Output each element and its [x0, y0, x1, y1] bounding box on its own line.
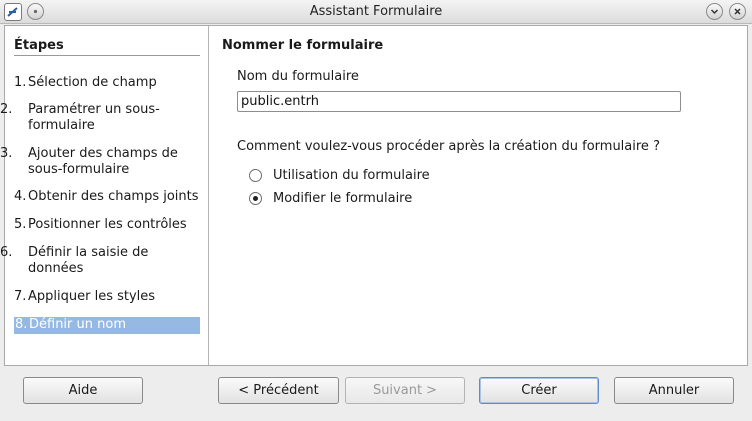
- steps-title: Étapes: [14, 38, 64, 53]
- wizard-panel: Étapes 1. Sélection de champ 2. Paramétrer…: [0, 25, 748, 366]
- steps-sidebar: Étapes 1. Sélection de champ 2. Paramétrer…: [0, 26, 209, 365]
- step-item[interactable]: 2. Paramétrer un sous-formulaire: [0, 102, 200, 134]
- step-item[interactable]: 5. Positionner les contrôles: [14, 217, 200, 233]
- radio-label: Utilisation du formulaire: [273, 167, 430, 183]
- step-item-active[interactable]: 8. Définir un nom: [14, 317, 200, 334]
- steps-divider: [14, 55, 200, 56]
- cancel-button[interactable]: Annuler: [614, 377, 734, 404]
- radio-button-checked[interactable]: [249, 191, 262, 205]
- main-panel: Nommer le formulaire Nom du formulaire C…: [210, 26, 747, 365]
- radio-option-use-form[interactable]: Utilisation du formulaire: [249, 166, 430, 184]
- step-item[interactable]: 7. Appliquer les styles: [14, 289, 200, 305]
- title-bar: Assistant Formulaire: [0, 0, 752, 24]
- section-title: Nommer le formulaire: [222, 38, 384, 53]
- help-button[interactable]: Aide: [23, 377, 143, 404]
- previous-button[interactable]: < Précédent: [218, 377, 339, 404]
- close-button[interactable]: [729, 3, 746, 20]
- after-creation-question: Comment voulez-vous procéder après la cr…: [237, 139, 660, 154]
- step-item[interactable]: 6. Définir la saisie de données: [0, 245, 200, 277]
- next-button[interactable]: Suivant >: [345, 377, 465, 404]
- radio-option-modify-form[interactable]: Modifier le formulaire: [249, 189, 412, 207]
- minimize-button[interactable]: [706, 3, 723, 20]
- radio-label: Modifier le formulaire: [273, 190, 413, 206]
- radio-button[interactable]: [249, 168, 262, 182]
- form-name-label: Nom du formulaire: [237, 69, 359, 84]
- step-item[interactable]: 4. Obtenir des champs joints: [14, 189, 200, 205]
- window-title: Assistant Formulaire: [309, 4, 443, 19]
- step-item[interactable]: 3. Ajouter des champs de sous-formulaire: [0, 146, 200, 178]
- form-name-input[interactable]: [237, 91, 681, 112]
- finish-button[interactable]: Créer: [479, 377, 599, 404]
- step-item[interactable]: 1. Sélection de champ: [14, 75, 200, 91]
